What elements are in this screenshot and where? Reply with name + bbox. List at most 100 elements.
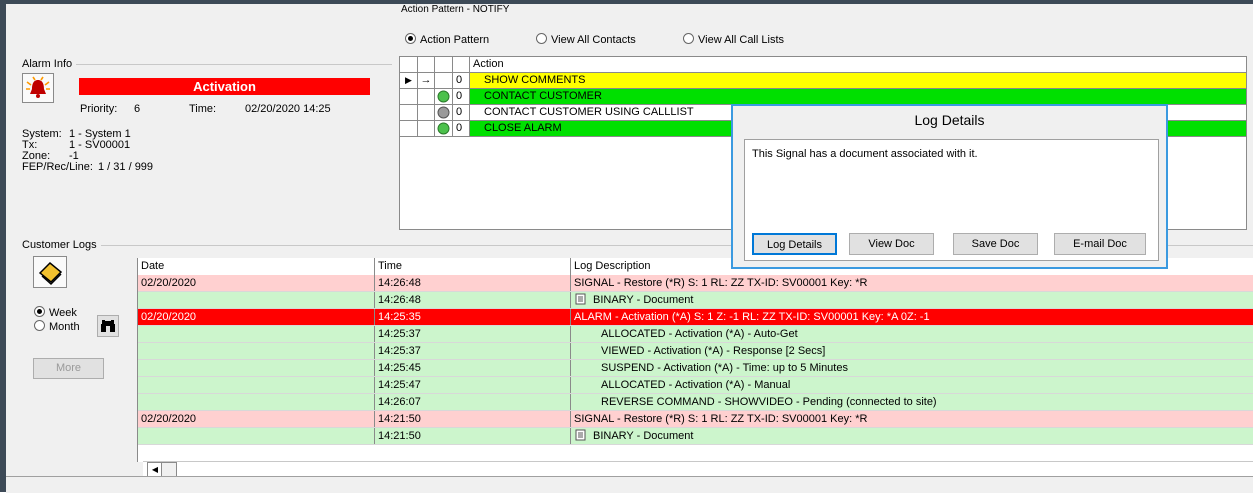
green-light-icon [435, 89, 453, 105]
log-date [138, 428, 375, 444]
log-time: 14:25:37 [375, 343, 571, 359]
date-column-header[interactable]: Date [138, 258, 375, 275]
log-date: 02/20/2020 [138, 275, 375, 291]
document-icon [575, 293, 593, 306]
header-num-cell [453, 57, 470, 73]
green-light-icon [435, 121, 453, 137]
window-bottom-strip [6, 476, 1253, 493]
log-description-cell: SUSPEND - Activation (*A) - Time: up to … [571, 360, 1253, 376]
header-corner-cell [400, 57, 418, 73]
log-description-cell: SIGNAL - Restore (*R) S: 1 RL: ZZ TX-ID:… [571, 275, 1253, 291]
log-row[interactable]: 14:26:48 BINARY - Document [138, 292, 1253, 309]
log-row[interactable]: 02/20/2020 14:26:48 SIGNAL - Restore (*R) … [138, 275, 1253, 292]
email-doc-button[interactable]: E-mail Doc [1054, 233, 1146, 255]
log-description: SIGNAL - Restore (*R) S: 1 RL: ZZ TX-ID:… [574, 413, 868, 425]
action-grid-header: Action [400, 57, 1246, 73]
log-row[interactable]: 14:25:45 SUSPEND - Activation (*A) - Time… [138, 360, 1253, 377]
log-description: VIEWED - Activation (*A) - Response [2 S… [601, 345, 826, 357]
more-button[interactable]: More [33, 358, 104, 379]
log-description-cell: BINARY - Document [571, 428, 1253, 444]
customer-logs-label: Customer Logs [22, 239, 101, 251]
log-row[interactable]: 14:21:50 BINARY - Document [138, 428, 1253, 445]
action-row[interactable]: 0 CONTACT CUSTOMER [400, 89, 1246, 105]
action-num: 0 [453, 89, 470, 105]
radio-week-label: Week [49, 307, 77, 319]
log-description: REVERSE COMMAND - SHOWVIDEO - Pending (c… [601, 396, 937, 408]
log-date: 02/20/2020 [138, 309, 375, 325]
row-selector-cell [400, 89, 418, 105]
log-description: SUSPEND - Activation (*A) - Time: up to … [601, 362, 848, 374]
row-selector-cell [400, 105, 418, 121]
log-row[interactable]: 14:25:47 ALLOCATED - Activation (*A) - Ma… [138, 377, 1253, 394]
header-status-cell [418, 57, 435, 73]
log-description-cell: ALLOCATED - Activation (*A) - Manual [571, 377, 1253, 393]
view-doc-button[interactable]: View Doc [849, 233, 934, 255]
scroll-thumb[interactable] [161, 462, 177, 477]
log-description-cell: SIGNAL - Restore (*R) S: 1 RL: ZZ TX-ID:… [571, 411, 1253, 427]
log-date [138, 343, 375, 359]
action-num: 0 [453, 105, 470, 121]
log-row[interactable]: 14:25:37 VIEWED - Activation (*A) - Respo… [138, 343, 1253, 360]
radio-action-pattern-label: Action Pattern [420, 34, 490, 46]
log-row[interactable]: 14:26:07 REVERSE COMMAND - SHOWVIDEO - Pe… [138, 394, 1253, 411]
status-light-cell [435, 73, 453, 89]
log-time: 14:25:47 [375, 377, 571, 393]
log-description-cell: REVERSE COMMAND - SHOWVIDEO - Pending (c… [571, 394, 1253, 410]
log-description-cell: BINARY - Document [571, 292, 1253, 308]
radio-week[interactable]: Week [34, 306, 77, 319]
log-description-cell: VIEWED - Activation (*A) - Response [2 S… [571, 343, 1253, 359]
header-light-cell [435, 57, 453, 73]
dialog-title: Log Details [914, 112, 985, 128]
logs-horizontal-scrollbar[interactable]: ◀ [143, 461, 1253, 477]
alarm-info-divider [22, 64, 392, 65]
fep-label: FEP/Rec/Line: [22, 161, 93, 173]
radio-action-pattern[interactable]: Action Pattern [405, 33, 489, 46]
radio-empty-icon [34, 320, 45, 331]
log-time: 14:25:35 [375, 309, 571, 325]
save-doc-button[interactable]: Save Doc [953, 233, 1038, 255]
binoculars-button[interactable] [97, 315, 119, 337]
logs-book-icon[interactable] [33, 256, 67, 288]
action-column-header: Action [470, 57, 1246, 73]
log-description: ALARM - Activation (*A) S: 1 Z: -1 RL: Z… [574, 311, 930, 323]
row-selector-cell [400, 121, 418, 137]
log-row[interactable]: 02/20/2020 14:25:35 ALARM - Activation (*A… [138, 309, 1253, 326]
radio-selected-icon [405, 33, 416, 44]
log-time: 14:26:07 [375, 394, 571, 410]
row-status-cell [418, 105, 435, 121]
log-details-button[interactable]: Log Details [752, 233, 837, 255]
alarm-bell-icon[interactable] [22, 73, 54, 103]
time-label: Time: [189, 103, 217, 115]
time-column-header[interactable]: Time [375, 258, 571, 275]
log-description-cell: ALLOCATED - Activation (*A) - Auto-Get [571, 326, 1253, 342]
radio-selected-icon [34, 306, 45, 317]
log-date [138, 326, 375, 342]
fep-value: 1 / 31 / 999 [98, 161, 154, 173]
dialog-body: This Signal has a document associated wi… [744, 139, 1159, 261]
radio-empty-icon [683, 33, 694, 44]
alarm-info-label: Alarm Info [22, 58, 77, 70]
radio-month-label: Month [49, 321, 80, 333]
book-graphic [38, 261, 63, 286]
action-num: 0 [453, 73, 470, 89]
radio-view-all-contacts[interactable]: View All Contacts [536, 33, 636, 46]
time-value: 02/20/2020 14:25 [245, 103, 331, 115]
log-date [138, 394, 375, 410]
log-row[interactable]: 02/20/2020 14:21:50 SIGNAL - Restore (*R) … [138, 411, 1253, 428]
log-date: 02/20/2020 [138, 411, 375, 427]
radio-empty-icon [536, 33, 547, 44]
log-row[interactable]: 14:25:37 ALLOCATED - Activation (*A) - Au… [138, 326, 1253, 343]
log-description: ALLOCATED - Activation (*A) - Manual [601, 379, 791, 391]
priority-label: Priority: [80, 103, 118, 115]
action-num: 0 [453, 121, 470, 137]
row-pointer-icon: ▶ [400, 73, 418, 89]
log-description: SIGNAL - Restore (*R) S: 1 RL: ZZ TX-ID:… [574, 277, 868, 289]
log-time: 14:21:50 [375, 428, 571, 444]
binoculars-icon [101, 320, 115, 332]
action-row[interactable]: ▶ → 0 SHOW COMMENTS [400, 73, 1246, 89]
radio-month[interactable]: Month [34, 320, 80, 333]
log-time: 14:21:50 [375, 411, 571, 427]
grey-light-icon [435, 105, 453, 121]
radio-view-all-call-lists[interactable]: View All Call Lists [683, 33, 784, 46]
alarm-bell-graphic [26, 76, 50, 98]
